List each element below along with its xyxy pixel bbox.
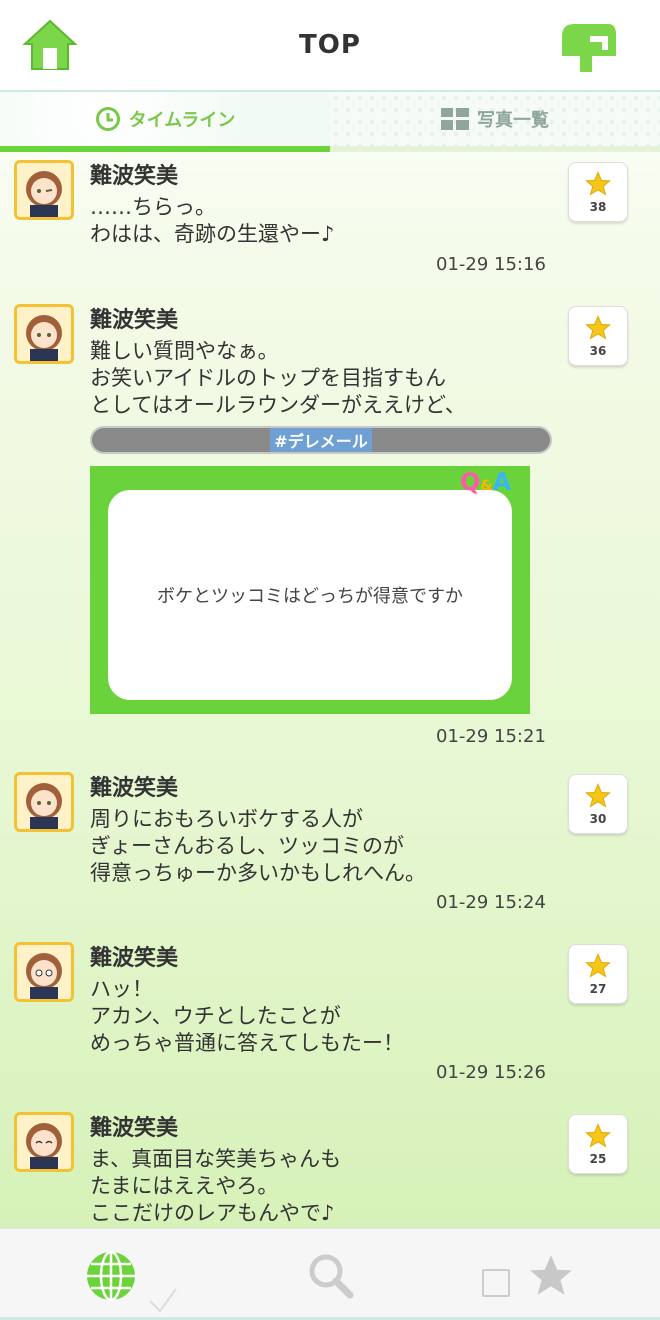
globe-icon[interactable]: [84, 1249, 138, 1303]
star-icon: [585, 953, 611, 978]
header-bar: TOP: [0, 0, 660, 90]
like-count: 27: [589, 982, 607, 996]
timeline-feed[interactable]: 難波笑美 ……ちらっ。 わはは、奇跡の生還やー♪ 01-29 15:16 38 …: [0, 150, 660, 1228]
like-count: 30: [589, 812, 607, 826]
star-icon: [585, 315, 611, 340]
post-text: 難しい質問やなぁ。 お笑いアイドルのトップを目指すもん としてはオールラウンダー…: [90, 339, 466, 417]
post-timestamp: 01-29 15:26: [436, 1062, 546, 1083]
post-timestamp: 01-29 15:16: [436, 254, 546, 275]
like-button[interactable]: 27: [568, 944, 628, 1004]
avatar[interactable]: [14, 1112, 74, 1172]
like-button[interactable]: 25: [568, 1114, 628, 1174]
like-button[interactable]: 38: [568, 162, 628, 222]
search-icon[interactable]: [306, 1251, 356, 1301]
favorites-star-icon[interactable]: [526, 1251, 576, 1301]
star-icon: [585, 1123, 611, 1148]
post-author: 難波笑美: [90, 308, 179, 333]
star-icon: [585, 171, 611, 196]
hashtag-tag[interactable]: #デレメール: [90, 426, 552, 454]
avatar[interactable]: [14, 160, 74, 220]
bottom-nav: [0, 1228, 660, 1320]
mailbox-icon[interactable]: [558, 20, 618, 74]
qa-logo: Q&A: [460, 468, 512, 496]
grid-icon: [441, 108, 469, 130]
tab-timeline[interactable]: タイムライン: [0, 92, 330, 146]
post-author: 難波笑美: [90, 1116, 179, 1141]
hashtag-label: #デレメール: [270, 428, 372, 452]
like-count: 38: [589, 200, 607, 214]
clock-icon: [95, 106, 121, 132]
checkmark-icon: [149, 1288, 177, 1313]
tab-label: タイムライン: [128, 110, 236, 131]
like-button[interactable]: 36: [568, 306, 628, 366]
page-title: TOP: [299, 30, 361, 60]
post-author: 難波笑美: [90, 776, 179, 801]
qa-card[interactable]: ボケとツッコミはどっちが得意ですか Q&A: [90, 466, 530, 714]
like-count: 25: [589, 1152, 607, 1166]
post-text: ハッ！ アカン、ウチとしたことが めっちゃ普通に答えてしもたー！: [90, 977, 404, 1055]
qa-question: ボケとツッコミはどっちが得意ですか: [108, 490, 512, 700]
star-icon: [585, 783, 611, 808]
like-count: 36: [589, 344, 607, 358]
avatar[interactable]: [14, 304, 74, 364]
avatar[interactable]: [14, 772, 74, 832]
home-icon[interactable]: [22, 18, 78, 72]
checkbox-icon[interactable]: [482, 1269, 510, 1297]
like-button[interactable]: 30: [568, 774, 628, 834]
post-timestamp: 01-29 15:24: [436, 892, 546, 913]
post-text: ま、真面目な笑美ちゃんも たまにはええやろ。 ここだけのレアもんやで♪: [90, 1147, 342, 1225]
tab-bar: タイムライン 写真一覧: [0, 90, 660, 152]
tab-photos[interactable]: 写真一覧: [330, 92, 660, 146]
post-timestamp: 01-29 15:21: [436, 726, 546, 747]
tab-label: 写真一覧: [477, 110, 549, 131]
post-author: 難波笑美: [90, 164, 179, 189]
avatar[interactable]: [14, 942, 74, 1002]
post-author: 難波笑美: [90, 946, 179, 971]
post-text: ……ちらっ。 わはは、奇跡の生還やー♪: [90, 195, 335, 246]
post-text: 周りにおもろいボケする人が ぎょーさんおるし、ツッコミのが 得意っちゅーか多いか…: [90, 807, 426, 885]
